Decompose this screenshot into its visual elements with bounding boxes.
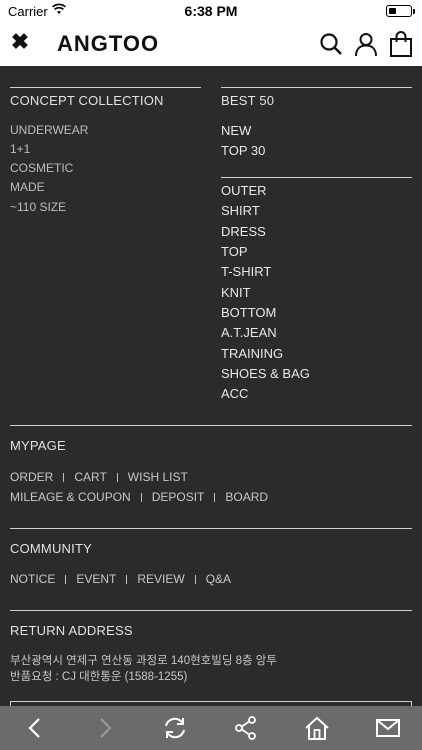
community-links: NOTICE EVENT REVIEW Q&A [10,572,231,586]
category-shirt[interactable]: SHIRT [221,203,260,218]
search-icon[interactable] [318,31,344,57]
home-icon[interactable] [304,715,330,741]
separator [126,575,128,585]
menu-item-cosmetic[interactable]: COSMETIC [10,161,73,175]
category-shoes-bag[interactable]: SHOES & BAG [221,366,310,381]
mypage-heading[interactable]: MYPAGE [10,438,66,453]
share-icon[interactable] [233,715,259,741]
separator [140,493,142,503]
divider [10,528,412,529]
concept-collection-heading[interactable]: CONCEPT COLLECTION [10,93,164,108]
separator [63,473,65,483]
mypage-links-row2: MILEAGE & COUPON DEPOSIT BOARD [10,490,268,504]
battery-icon [386,5,415,17]
return-address-line1: 부산광역시 연제구 연산동 과정로 140현호빌딩 8층 앙투 [10,655,277,667]
menu-item-top30[interactable]: TOP 30 [221,143,265,158]
refresh-icon[interactable] [162,715,188,741]
link-deposit[interactable]: DEPOSIT [152,490,205,504]
link-qna[interactable]: Q&A [206,572,231,586]
close-icon[interactable]: ✖ [8,30,32,54]
link-review[interactable]: REVIEW [137,572,184,586]
divider [221,87,412,88]
community-heading[interactable]: COMMUNITY [10,541,92,556]
user-icon[interactable] [353,31,379,57]
category-outer[interactable]: OUTER [221,183,267,198]
link-event[interactable]: EVENT [76,572,116,586]
brand-logo[interactable]: ANGTOO [57,31,159,57]
category-bottom[interactable]: BOTTOM [221,305,276,320]
clock: 6:38 PM [184,3,238,19]
link-wish-list[interactable]: WISH LIST [128,470,188,484]
return-address-line2: 반품요청 : CJ 대한통운 (1588-1255) [10,671,188,683]
status-bar: Carrier 6:38 PM [0,0,422,22]
mypage-links-row1: ORDER CART WISH LIST [10,470,188,484]
category-training[interactable]: TRAINING [221,346,283,361]
link-board[interactable]: BOARD [225,490,268,504]
divider [221,177,412,178]
link-cart[interactable]: CART [74,470,106,484]
best50-heading[interactable]: BEST 50 [221,93,274,108]
battery-level [389,8,396,14]
mail-icon[interactable] [375,715,401,741]
forward-icon[interactable] [92,715,118,741]
category-tshirt[interactable]: T-SHIRT [221,264,271,279]
menu-item-110-size[interactable]: ~110 SIZE [10,200,66,214]
browser-toolbar [0,706,422,750]
link-notice[interactable]: NOTICE [10,572,55,586]
category-acc[interactable]: ACC [221,386,248,401]
divider [10,425,412,426]
category-atjean[interactable]: A.T.JEAN [221,325,277,340]
menu-item-made[interactable]: MADE [10,180,45,194]
return-address-heading: RETURN ADDRESS [10,623,133,638]
back-icon[interactable] [22,715,48,741]
category-dress[interactable]: DRESS [221,224,266,239]
link-mileage-coupon[interactable]: MILEAGE & COUPON [10,490,131,504]
separator [116,473,118,483]
category-top[interactable]: TOP [221,244,248,259]
divider [10,87,201,88]
side-menu: CONCEPT COLLECTION UNDERWEAR 1+1 COSMETI… [0,66,422,706]
category-knit[interactable]: KNIT [221,285,251,300]
separator [65,575,67,585]
separator [194,575,196,585]
menu-item-1plus1[interactable]: 1+1 [10,142,30,156]
separator [214,493,216,503]
bag-icon[interactable] [388,31,414,57]
link-order[interactable]: ORDER [10,470,53,484]
menu-item-new[interactable]: NEW [221,123,251,138]
top-bar: ✖ ANGTOO [0,22,422,66]
menu-item-underwear[interactable]: UNDERWEAR [10,123,88,137]
divider [10,610,412,611]
